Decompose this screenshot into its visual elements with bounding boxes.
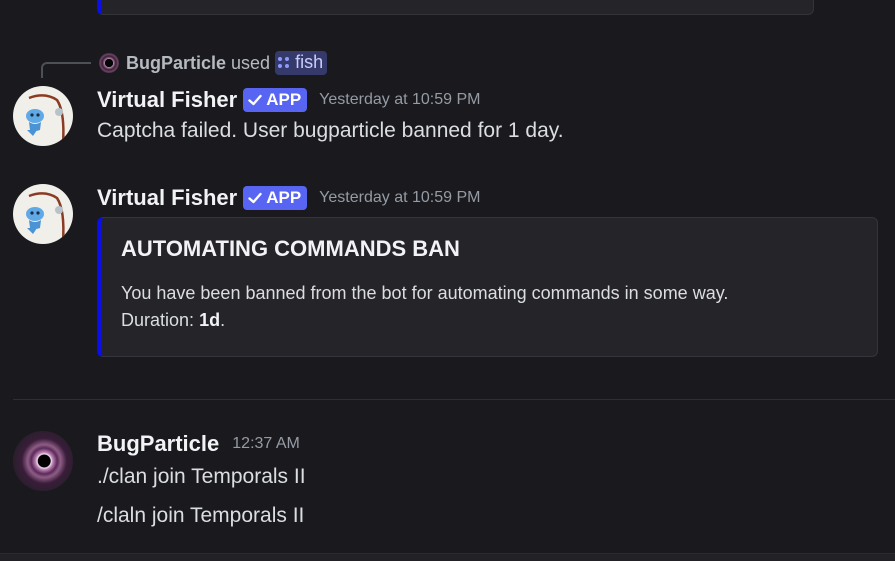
reply-username[interactable]: BugParticle [126,53,226,74]
author-name[interactable]: BugParticle [97,431,219,457]
reply-user-avatar[interactable] [99,53,119,73]
reply-spine [41,62,91,78]
checkmark-icon [248,94,262,106]
message-content: /claln join Temporals II [97,504,305,527]
message-header: Virtual Fisher APP Yesterday at 10:59 PM [97,87,480,113]
message-timestamp[interactable]: 12:37 AM [232,435,300,453]
embed-description-text: You have been banned from the bot for au… [121,283,729,303]
previous-embed-fragment [97,0,814,15]
duration-value: 1d [199,310,221,330]
duration-suffix: . [220,310,226,330]
embed-duration: Duration: 1d. [121,307,728,334]
app-badge-label: APP [266,188,302,207]
author-name[interactable]: Virtual Fisher [97,185,237,211]
command-mention[interactable]: fish [275,51,328,75]
reply-action-text: used [231,52,271,73]
message-content: ./clan join Temporals II [97,465,306,488]
message-header: BugParticle 12:37 AM [97,431,300,457]
command-name[interactable]: fish [295,52,323,73]
message-divider [13,399,895,400]
interaction-reference[interactable]: BugParticle used fish [99,51,328,75]
app-badge-label: APP [266,90,302,109]
message-timestamp[interactable]: Yesterday at 10:59 PM [319,189,480,207]
virtual-fisher-avatar[interactable] [13,184,73,244]
message-timestamp[interactable]: Yesterday at 10:59 PM [319,91,480,109]
embed-title: AUTOMATING COMMANDS BAN [121,236,460,261]
checkmark-icon [248,192,262,204]
duration-label: Duration: [121,310,195,330]
app-badge: APP [243,186,308,210]
author-name[interactable]: Virtual Fisher [97,87,237,113]
slash-command-icon [278,56,290,69]
embed-description: You have been banned from the bot for au… [121,280,728,334]
virtual-fisher-avatar[interactable] [13,86,73,146]
app-badge: APP [243,88,308,112]
message-header: Virtual Fisher APP Yesterday at 10:59 PM [97,185,480,211]
message-content: Captcha failed. User bugparticle banned … [97,119,564,142]
bugparticle-avatar[interactable] [13,431,73,491]
